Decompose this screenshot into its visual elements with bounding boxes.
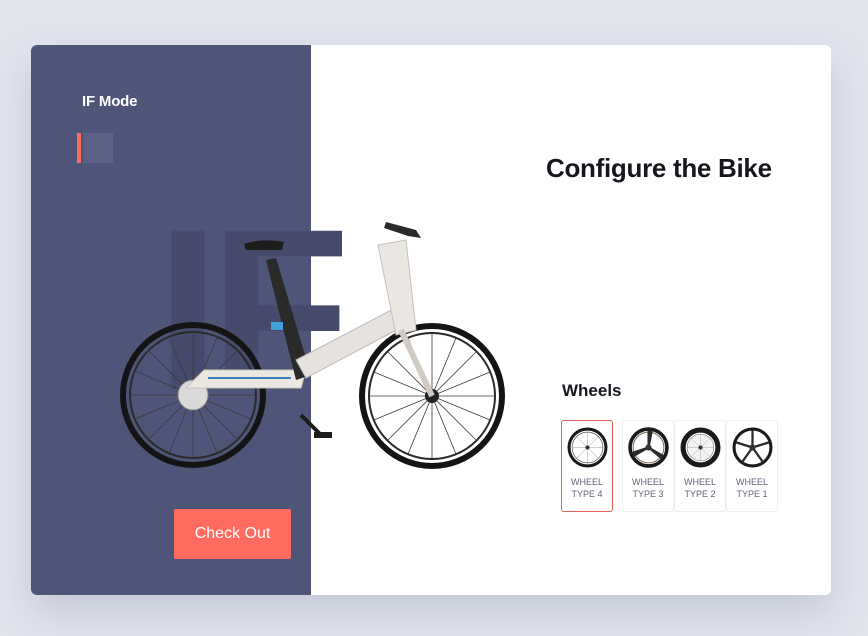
wheel-option-3[interactable]: WHEEL TYPE 3 <box>622 420 674 512</box>
deep-rim-wheel-icon <box>680 427 721 468</box>
bike-image <box>120 222 505 469</box>
wheel-options: WHEEL TYPE 4 WHEEL TYPE 3 WHEEL TYPE 2 W… <box>561 420 781 512</box>
wheel-option-label: WHEEL TYPE 1 <box>735 477 768 499</box>
rear-wheel <box>120 322 266 468</box>
indicator-box[interactable] <box>83 133 113 163</box>
indicator-active-bar <box>77 133 81 163</box>
slide-indicator[interactable] <box>77 133 113 163</box>
brand-name: IF Mode <box>82 93 138 110</box>
wheels-section-label: Wheels <box>562 381 622 400</box>
five-spoke-wheel-icon <box>732 427 773 468</box>
configurator-card: IF Mode IF Check Out Configure the Bike <box>31 45 831 595</box>
wheel-option-4[interactable]: WHEEL TYPE 4 <box>561 420 613 512</box>
spoked-wheel-icon <box>567 427 608 468</box>
checkout-button[interactable]: Check Out <box>174 509 291 559</box>
wheel-option-1[interactable]: WHEEL TYPE 1 <box>726 420 778 512</box>
tri-spoke-wheel-icon <box>628 427 669 468</box>
page-title: Configure the Bike <box>546 153 772 183</box>
wheel-option-label: WHEEL TYPE 3 <box>631 477 664 499</box>
wheel-option-2[interactable]: WHEEL TYPE 2 <box>674 420 726 512</box>
wheel-option-label: WHEEL TYPE 4 <box>570 477 603 499</box>
wheel-option-label: WHEEL TYPE 2 <box>683 477 716 499</box>
